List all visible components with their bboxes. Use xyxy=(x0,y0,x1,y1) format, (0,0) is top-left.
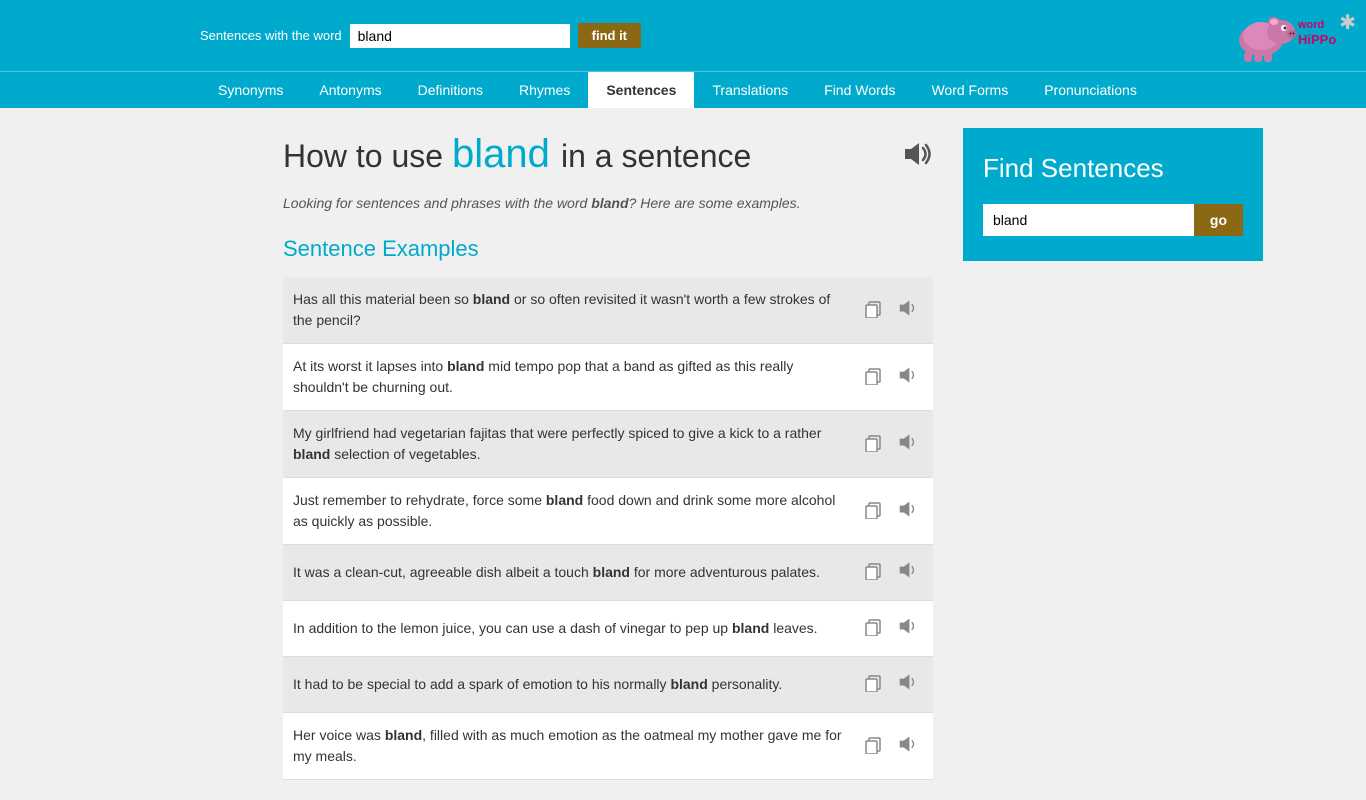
copy-button[interactable] xyxy=(859,430,887,459)
speaker-small-icon xyxy=(897,559,919,581)
title-after: in a sentence xyxy=(561,138,751,174)
subtitle-word: bland xyxy=(591,195,628,211)
sentence-row: At its worst it lapses into bland mid te… xyxy=(283,344,933,411)
sentence-text: It had to be special to add a spark of e… xyxy=(293,674,849,695)
copy-icon xyxy=(863,560,883,580)
speaker-small-icon xyxy=(897,671,919,693)
sentence-text: In addition to the lemon juice, you can … xyxy=(293,618,849,639)
content-area: How to use bland in a sentence Looking f… xyxy=(283,128,933,780)
copy-icon xyxy=(863,616,883,636)
sound-button[interactable] xyxy=(893,496,923,527)
sentence-row: Has all this material been so bland or s… xyxy=(283,277,933,344)
speaker-icon xyxy=(901,138,933,170)
copy-button[interactable] xyxy=(859,558,887,587)
copy-icon xyxy=(863,672,883,692)
sentence-row: My girlfriend had vegetarian fajitas tha… xyxy=(283,411,933,478)
nav-translations[interactable]: Translations xyxy=(694,72,806,108)
main-wrapper: How to use bland in a sentence Looking f… xyxy=(83,108,1283,800)
section-title: Sentence Examples xyxy=(283,236,933,262)
copy-button[interactable] xyxy=(859,363,887,392)
top-bar: Sentences with the word find it word xyxy=(0,0,1366,71)
title-before: How to use xyxy=(283,138,443,174)
sentence-actions xyxy=(859,362,923,393)
sentence-row: Just remember to rehydrate, force some b… xyxy=(283,478,933,545)
nav-pronunciations[interactable]: Pronunciations xyxy=(1026,72,1155,108)
copy-icon xyxy=(863,499,883,519)
copy-icon xyxy=(863,298,883,318)
sound-button[interactable] xyxy=(893,429,923,460)
search-label: Sentences with the word xyxy=(200,28,342,43)
sentence-actions xyxy=(859,496,923,527)
sentence-text: My girlfriend had vegetarian fajitas tha… xyxy=(293,423,849,465)
copy-icon xyxy=(863,734,883,754)
copy-button[interactable] xyxy=(859,614,887,643)
copy-button[interactable] xyxy=(859,497,887,526)
sidebar: Find Sentences go xyxy=(963,128,1263,780)
sentence-row: It had to be special to add a spark of e… xyxy=(283,657,933,713)
sentence-actions xyxy=(859,669,923,700)
star-decoration: ✱ xyxy=(1339,10,1356,35)
sentence-row: Her voice was bland, filled with as much… xyxy=(283,713,933,780)
sound-button[interactable] xyxy=(893,669,923,700)
main-sound-button[interactable] xyxy=(901,138,933,173)
title-word: bland xyxy=(452,132,561,176)
copy-button[interactable] xyxy=(859,732,887,761)
find-sentences-box: Find Sentences go xyxy=(963,128,1263,261)
sentences-list: Has all this material been so bland or s… xyxy=(283,277,933,780)
go-button[interactable]: go xyxy=(1194,204,1243,236)
nav-definitions[interactable]: Definitions xyxy=(400,72,501,108)
logo: word HiPPo xyxy=(1226,8,1346,63)
sentence-text: It was a clean-cut, agreeable dish albei… xyxy=(293,562,849,583)
sentence-actions xyxy=(859,731,923,762)
speaker-small-icon xyxy=(897,431,919,453)
sentence-actions xyxy=(859,295,923,326)
subtitle-text: Looking for sentences and phrases with t… xyxy=(283,195,587,211)
subtitle: Looking for sentences and phrases with t… xyxy=(283,195,933,211)
nav-antonyms[interactable]: Antonyms xyxy=(301,72,399,108)
nav-bar: Synonyms Antonyms Definitions Rhymes Sen… xyxy=(0,71,1366,108)
speaker-small-icon xyxy=(897,615,919,637)
nav-word-forms[interactable]: Word Forms xyxy=(913,72,1026,108)
sentence-actions xyxy=(859,557,923,588)
speaker-small-icon xyxy=(897,733,919,755)
sentence-row: In addition to the lemon juice, you can … xyxy=(283,601,933,657)
nav-sentences[interactable]: Sentences xyxy=(588,72,694,108)
svg-text:word: word xyxy=(1297,19,1324,31)
nav-synonyms[interactable]: Synonyms xyxy=(200,72,301,108)
sentence-text: Just remember to rehydrate, force some b… xyxy=(293,490,849,532)
nav-find-words[interactable]: Find Words xyxy=(806,72,913,108)
nav-rhymes[interactable]: Rhymes xyxy=(501,72,588,108)
logo-area: word HiPPo xyxy=(1226,8,1346,63)
sound-button[interactable] xyxy=(893,295,923,326)
sound-button[interactable] xyxy=(893,731,923,762)
sound-button[interactable] xyxy=(893,557,923,588)
speaker-small-icon xyxy=(897,364,919,386)
sentence-text: Has all this material been so bland or s… xyxy=(293,289,849,331)
sentence-text: At its worst it lapses into bland mid te… xyxy=(293,356,849,398)
copy-button[interactable] xyxy=(859,296,887,325)
sentence-row: It was a clean-cut, agreeable dish albei… xyxy=(283,545,933,601)
copy-icon xyxy=(863,365,883,385)
find-sentences-title: Find Sentences xyxy=(983,153,1243,184)
svg-text:HiPPo: HiPPo xyxy=(1298,32,1336,47)
page-title: How to use bland in a sentence xyxy=(283,128,933,180)
sentence-actions xyxy=(859,613,923,644)
find-sentences-input[interactable] xyxy=(983,204,1194,236)
sound-button[interactable] xyxy=(893,362,923,393)
sentence-text: Her voice was bland, filled with as much… xyxy=(293,725,849,767)
sentence-actions xyxy=(859,429,923,460)
subtitle-after: ? Here are some examples. xyxy=(629,195,801,211)
find-it-button[interactable]: find it xyxy=(578,23,641,48)
copy-icon xyxy=(863,432,883,452)
speaker-small-icon xyxy=(897,297,919,319)
sound-button[interactable] xyxy=(893,613,923,644)
speaker-small-icon xyxy=(897,498,919,520)
find-sentences-form: go xyxy=(983,204,1243,236)
copy-button[interactable] xyxy=(859,670,887,699)
top-search-input[interactable] xyxy=(350,24,570,48)
